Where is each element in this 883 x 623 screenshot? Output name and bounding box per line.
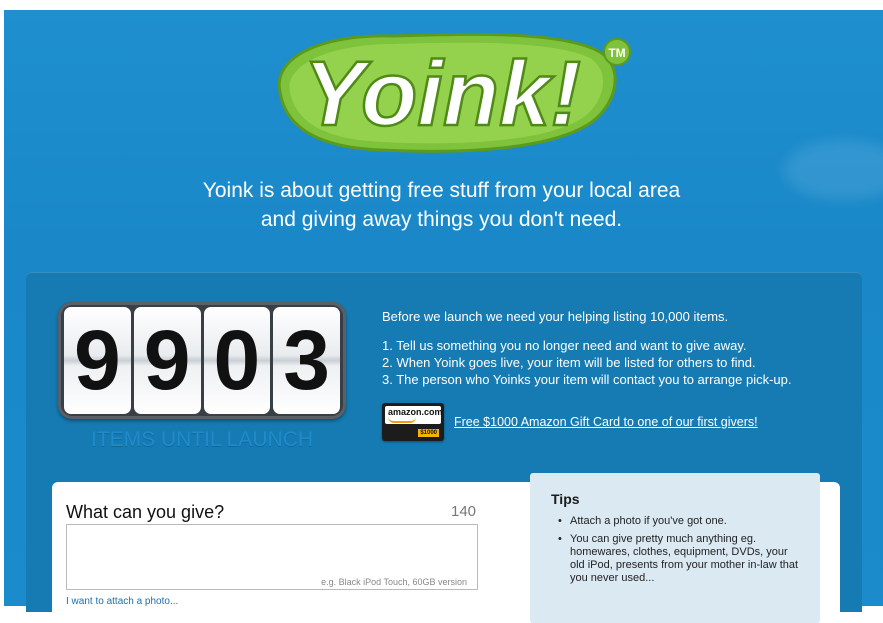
attach-photo-link[interactable]: I want to attach a photo...: [66, 596, 178, 607]
tip-item: Attach a photo if you've got one.: [558, 515, 800, 528]
launch-counter: 9 9 0 3: [58, 302, 346, 419]
character-count: 140: [451, 503, 477, 520]
give-title: What can you give?: [66, 502, 225, 522]
counter-label: ITEMS UNTIL LAUNCH: [90, 428, 314, 451]
step-item: 1. Tell us something you no longer need …: [382, 338, 747, 353]
yoink-logo[interactable]: Yoink! TM: [262, 22, 632, 157]
give-input-placeholder: e.g. Black iPod Touch, 60GB version: [321, 577, 467, 587]
logo-wordmark: Yoink!: [303, 43, 581, 145]
launch-info: Before we launch we need your helping li…: [382, 309, 791, 388]
logo-graphic: Yoink! TM: [277, 32, 631, 153]
tips-list: Attach a photo if you've got one. You ca…: [558, 515, 800, 590]
amazon-giveaway-link[interactable]: Free $1000 Amazon Gift Card to one of ou…: [454, 415, 758, 429]
give-item-input[interactable]: e.g. Black iPod Touch, 60GB version: [66, 524, 478, 590]
amazon-smile-icon: [388, 417, 416, 423]
tagline-line-2: and giving away things you don't need.: [260, 208, 623, 231]
step-item: 2. When Yoink goes live, your item will …: [382, 355, 756, 370]
counter-digit: 3: [273, 307, 340, 414]
steps-list: 1. Tell us something you no longer need …: [382, 337, 791, 388]
step-item: 3. The person who Yoinks your item will …: [382, 372, 792, 387]
tagline: Yoink is about getting free stuff from y…: [0, 176, 883, 234]
tips-title: Tips: [551, 491, 580, 507]
tagline-line-1: Yoink is about getting free stuff from y…: [202, 179, 681, 202]
amazon-promo: amazon.com $1000 Free $1000 Amazon Gift …: [382, 403, 758, 441]
counter-digit: 9: [133, 307, 201, 414]
counter-digit: 9: [64, 307, 131, 414]
tip-item: You can give pretty much anything eg. ho…: [558, 533, 800, 585]
launch-intro: Before we launch we need your helping li…: [382, 309, 729, 324]
counter-digit: 0: [203, 307, 271, 414]
amazon-gift-card-icon[interactable]: amazon.com $1000: [382, 403, 444, 441]
amazon-card-value: $1000: [418, 429, 439, 437]
trademark-mark: TM: [608, 46, 625, 60]
